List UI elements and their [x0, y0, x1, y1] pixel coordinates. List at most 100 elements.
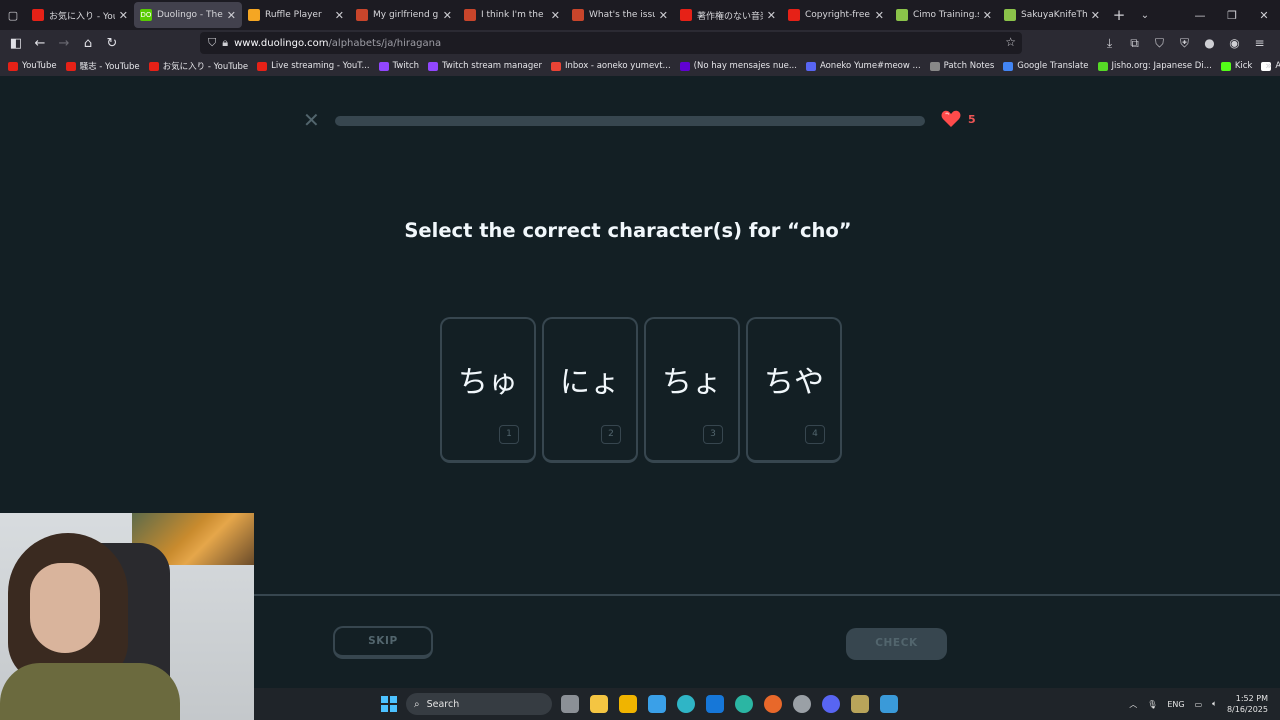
hearts-count: 5 [968, 112, 976, 126]
reload-button[interactable]: ↻ [100, 36, 124, 51]
tab-close-icon[interactable]: ✕ [767, 9, 776, 22]
list-all-tabs-chevron-icon[interactable]: ⌄ [1132, 10, 1158, 21]
close-lesson-icon[interactable]: ✕ [303, 110, 320, 130]
tab-close-icon[interactable]: ✕ [551, 9, 560, 22]
bookmark-item[interactable]: Twitch [378, 60, 419, 72]
browser-tab[interactable]: DO Duolingo - The world ✕ [134, 2, 242, 28]
close-window-button[interactable]: ✕ [1248, 9, 1280, 22]
check-button[interactable]: CHECK [846, 628, 947, 660]
new-tab-button[interactable]: + [1106, 6, 1132, 24]
bookmark-item[interactable]: Kick [1220, 60, 1253, 72]
choice-card[interactable]: ちょ 3 [644, 317, 740, 463]
discord-icon[interactable] [822, 695, 840, 713]
volume-icon[interactable]: 🔈︎ [1212, 699, 1217, 709]
show-hidden-icons-chevron-icon[interactable]: ︿ [1129, 699, 1137, 710]
language-indicator[interactable]: ENG [1167, 700, 1184, 709]
bookmark-item[interactable]: お気に入り - YouTube [148, 60, 248, 72]
app-icon-teal[interactable] [677, 695, 695, 713]
bookmark-item[interactable]: Google Translate [1003, 60, 1089, 72]
browser-tab[interactable]: SakuyaKnifeThrowe ✕ [998, 2, 1106, 28]
tab-close-icon[interactable]: ✕ [1091, 9, 1100, 22]
bookmark-item[interactable]: Live streaming - YouT... [257, 60, 370, 72]
firefox-icon[interactable] [764, 695, 782, 713]
app-icon[interactable] [648, 695, 666, 713]
extensions-icon[interactable]: ⧉ [1122, 36, 1147, 51]
taskbar-clock[interactable]: 1:52 PM 8/16/2025 [1227, 693, 1268, 715]
lock-icon[interactable]: 🔒︎ [222, 36, 228, 50]
app-icon-blue[interactable] [880, 695, 898, 713]
browser-tab[interactable]: What's the issue wit ✕ [566, 2, 674, 28]
choice-kana: にょ [560, 365, 620, 400]
profile-avatar-icon[interactable]: ● [1197, 36, 1222, 50]
tab-close-icon[interactable]: ✕ [983, 9, 992, 22]
window-controls: — ❐ ✕ [1184, 0, 1280, 30]
choice-card[interactable]: ちや 4 [746, 317, 842, 463]
tab-favicon-icon [248, 9, 260, 21]
shield-extension-icon[interactable]: ⛨ [1172, 36, 1197, 51]
bookmark-item[interactable]: Jisho.org: Japanese Di... [1097, 60, 1212, 72]
task-view-icon[interactable] [561, 695, 579, 713]
browser-tab[interactable]: I think I'm the last p ✕ [458, 2, 566, 28]
bookmark-item[interactable]: Twitch stream manager [428, 60, 542, 72]
bookmark-item[interactable]: Patch Notes [929, 60, 994, 72]
tab-strip: お気に入り - YouTube✕DODuolingo - The world✕R… [26, 2, 1106, 28]
tab-title: Ruffle Player [265, 10, 322, 20]
browser-tab[interactable]: お気に入り - YouTube ✕ [26, 2, 134, 28]
tab-overview-icon[interactable]: ▢ [0, 0, 26, 30]
toolbar-right: ⤓ ⧉ ⛉ ⛨ ● ◉ ≡ [1097, 30, 1272, 56]
tab-close-icon[interactable]: ✕ [659, 9, 668, 22]
network-icon[interactable]: ▭ [1195, 700, 1203, 709]
bookmark-star-icon[interactable]: ☆ [1005, 35, 1016, 49]
choice-card[interactable]: にょ 2 [542, 317, 638, 463]
browser-tab[interactable]: 著作権のない音楽 - ✕ [674, 2, 782, 28]
bookmark-item[interactable]: Inbox - aoneko yumevt... [550, 60, 671, 72]
forward-button[interactable]: → [52, 36, 76, 51]
outlook-icon[interactable] [706, 695, 724, 713]
notifications-icon[interactable]: ◉ [1222, 36, 1247, 50]
restore-button[interactable]: ❐ [1216, 9, 1248, 22]
browser-tab[interactable]: My girlfriend ghost ✕ [350, 2, 458, 28]
bookmark-item[interactable]: 騒志 - YouTube [65, 60, 140, 72]
more-bookmarks-chevron-icon[interactable]: » [1265, 59, 1272, 72]
bookmark-item[interactable]: (No hay mensajes nue... [679, 60, 797, 72]
choice-shortcut-key: 2 [601, 425, 621, 444]
menu-icon[interactable]: ≡ [1247, 36, 1272, 50]
tab-close-icon[interactable]: ✕ [119, 9, 128, 22]
microphone-icon[interactable]: 🎙︎ [1147, 700, 1157, 709]
save-to-pocket-icon[interactable]: ⛉ [1147, 36, 1172, 51]
minimize-button[interactable]: — [1184, 9, 1216, 22]
browser-tab[interactable]: Copyright-free ✕ [782, 2, 890, 28]
taskbar-search[interactable]: ⌕ Search [406, 693, 552, 715]
store-icon[interactable] [619, 695, 637, 713]
back-button[interactable]: ← [28, 36, 52, 51]
tab-close-icon[interactable]: ✕ [443, 9, 452, 22]
lesson-progress-bar [335, 116, 925, 126]
url-host: www.duolingo.com [234, 37, 329, 49]
home-button[interactable]: ⌂ [76, 36, 100, 51]
bookmark-favicon-icon [1097, 61, 1108, 71]
shield-icon[interactable]: ⛉ [208, 36, 216, 50]
browser-tab[interactable]: Ruffle Player ✕ [242, 2, 350, 28]
windows-start-icon[interactable] [381, 696, 397, 712]
bookmark-item[interactable]: Aoneko Yume#meow ... [805, 60, 921, 72]
bookmark-label: Kick [1234, 61, 1253, 71]
sidebar-toggle-icon[interactable]: ◧ [4, 36, 28, 51]
downloads-icon[interactable]: ⤓ [1097, 36, 1122, 51]
skip-button[interactable]: SKIP [333, 626, 433, 659]
bookmark-label: Live streaming - YouT... [271, 61, 370, 71]
app-icon-gold[interactable] [851, 695, 869, 713]
tab-close-icon[interactable]: ✕ [875, 9, 884, 22]
settings-gear-icon[interactable] [793, 695, 811, 713]
browser-tab-bar: ▢ お気に入り - YouTube ✕ DO Duolingo - The world… [0, 0, 1280, 30]
tab-close-icon[interactable]: ✕ [335, 9, 344, 22]
hearts-counter[interactable]: 5 [941, 110, 976, 128]
bookmark-item[interactable]: YouTube [8, 60, 57, 72]
address-bar[interactable]: ⛉ 🔒︎ www.duolingo.com/alphabets/ja/hirag… [200, 32, 1022, 54]
edge-icon[interactable] [735, 695, 753, 713]
file-explorer-icon[interactable] [590, 695, 608, 713]
tab-close-icon[interactable]: ✕ [227, 9, 236, 22]
bookmark-label: Google Translate [1017, 61, 1089, 71]
browser-tab[interactable]: Cimo Training.swf (✕ [890, 2, 998, 28]
choice-card[interactable]: ちゅ 1 [440, 317, 536, 463]
tab-favicon-icon [680, 9, 692, 21]
